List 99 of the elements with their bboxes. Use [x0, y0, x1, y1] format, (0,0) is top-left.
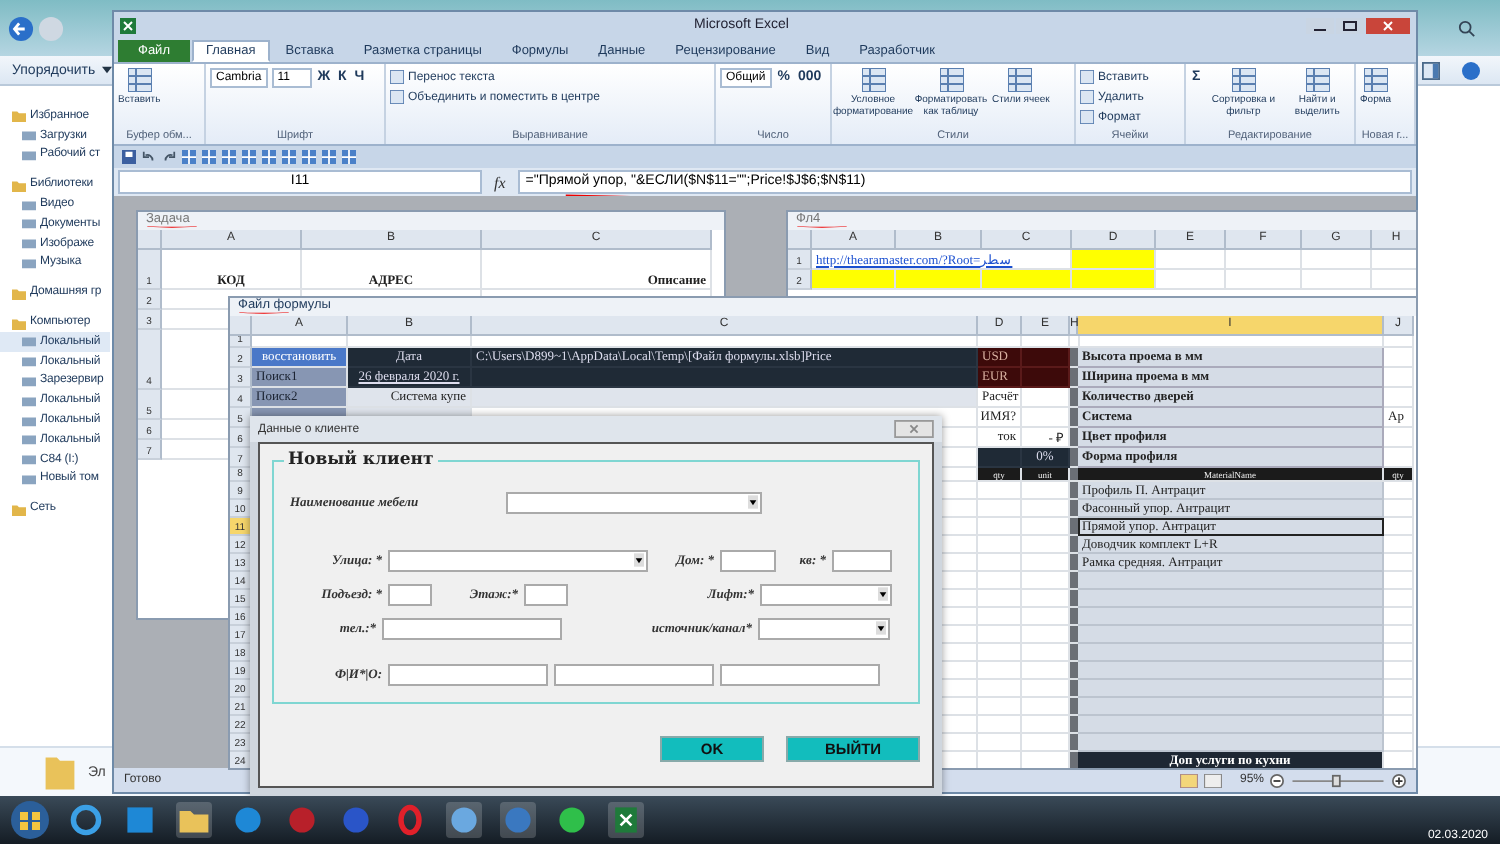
spreadsheet-icon [120, 17, 136, 33]
table-icon [127, 68, 152, 92]
table-icon[interactable] [182, 150, 196, 164]
chat-icon[interactable] [554, 802, 590, 838]
function-button[interactable]: fx [486, 173, 514, 191]
input-field[interactable] [720, 663, 880, 685]
table-icon[interactable] [262, 150, 276, 164]
table-cell [1384, 536, 1414, 554]
table-cell [1384, 368, 1414, 388]
slider-thumb[interactable] [1331, 773, 1341, 787]
close-icon[interactable] [894, 420, 934, 438]
table-cell [896, 270, 982, 290]
caret-icon [101, 66, 112, 74]
folder-icon [12, 108, 26, 123]
table-icon [861, 68, 885, 92]
table-icon[interactable] [242, 150, 256, 164]
app-icon[interactable] [122, 802, 158, 838]
undo-icon[interactable] [142, 150, 156, 164]
table-cell [1384, 608, 1414, 626]
dropdown-arrow-icon [634, 552, 644, 568]
zoom-slider[interactable] [1290, 773, 1386, 787]
table-cell [1384, 698, 1414, 716]
underline-mark [238, 312, 290, 314]
table-cell [982, 270, 1072, 290]
underline-mark [796, 226, 848, 228]
table-cell [1072, 270, 1156, 290]
back-icon[interactable] [8, 15, 34, 41]
dropdown-arrow-icon [878, 586, 888, 602]
underline-mark [146, 226, 198, 228]
save-icon[interactable] [122, 150, 136, 164]
table-cell [1384, 500, 1414, 518]
table-cell [1384, 680, 1414, 698]
table-cell [1022, 348, 1070, 368]
dropdown-field[interactable] [758, 617, 890, 639]
table-icon[interactable] [322, 150, 336, 164]
browser-icon[interactable] [68, 802, 104, 838]
table-cell [1302, 270, 1372, 290]
redo-icon[interactable] [162, 150, 176, 164]
table-icon[interactable] [202, 150, 216, 164]
table-cell [1384, 662, 1414, 680]
globe-icon[interactable] [446, 802, 482, 838]
table-icon [1008, 68, 1033, 92]
zoom-out-icon[interactable] [1270, 773, 1284, 787]
table-cell [1226, 270, 1302, 290]
table-cell [1384, 518, 1414, 536]
search-icon[interactable] [1458, 19, 1476, 37]
table-cell [978, 448, 1022, 468]
input-field[interactable] [382, 617, 562, 639]
app-icon[interactable] [338, 802, 374, 838]
table-cell [1226, 250, 1302, 270]
dropdown-arrow-icon [748, 494, 758, 510]
table-cell [1384, 572, 1414, 590]
table-cell [1384, 554, 1414, 572]
table-icon [1231, 68, 1256, 92]
table-cell [1384, 482, 1414, 500]
table-cell [1156, 270, 1226, 290]
dropdown-field[interactable] [760, 583, 892, 605]
folder-icon [44, 752, 76, 792]
table-cell [1384, 388, 1414, 408]
table-cell [1384, 644, 1414, 662]
table-icon[interactable] [342, 150, 356, 164]
input-field[interactable] [388, 663, 548, 685]
start-icon[interactable] [10, 800, 50, 840]
app-icon[interactable] [230, 802, 266, 838]
spreadsheet-icon[interactable] [608, 802, 644, 838]
table-cell [812, 270, 896, 290]
table-cell [1022, 368, 1070, 388]
input-field[interactable] [832, 549, 892, 571]
close-icon[interactable] [1366, 17, 1410, 33]
group-title: Новый клиент [284, 450, 438, 470]
input-field[interactable] [388, 583, 432, 605]
table-cell [1384, 716, 1414, 734]
table-cell [1384, 626, 1414, 644]
table-icon [1305, 68, 1330, 92]
table-cell [1156, 250, 1226, 270]
zoom-in-icon[interactable] [1392, 773, 1406, 787]
pane-icon[interactable] [1422, 61, 1440, 79]
app-icon[interactable] [284, 802, 320, 838]
folder-icon [12, 177, 26, 192]
input-field[interactable] [720, 549, 776, 571]
input-field[interactable] [554, 663, 714, 685]
table-icon [1363, 68, 1388, 92]
folder-icon [12, 501, 26, 516]
table-cell [1384, 348, 1414, 368]
table-cell [1072, 250, 1156, 270]
dropdown-field[interactable] [506, 491, 762, 513]
dropdown-field[interactable] [388, 549, 648, 571]
table-icon[interactable] [222, 150, 236, 164]
table-cell [1384, 428, 1414, 448]
table-cell [1302, 250, 1372, 270]
table-icon[interactable] [282, 150, 296, 164]
table-cell [1384, 590, 1414, 608]
help-icon[interactable] [1462, 61, 1480, 79]
ring-icon[interactable] [392, 802, 428, 838]
input-field[interactable] [524, 583, 568, 605]
table-icon[interactable] [302, 150, 316, 164]
dropdown-arrow-icon [876, 620, 886, 636]
table-icon [939, 68, 963, 92]
folder-icon[interactable] [176, 802, 212, 838]
